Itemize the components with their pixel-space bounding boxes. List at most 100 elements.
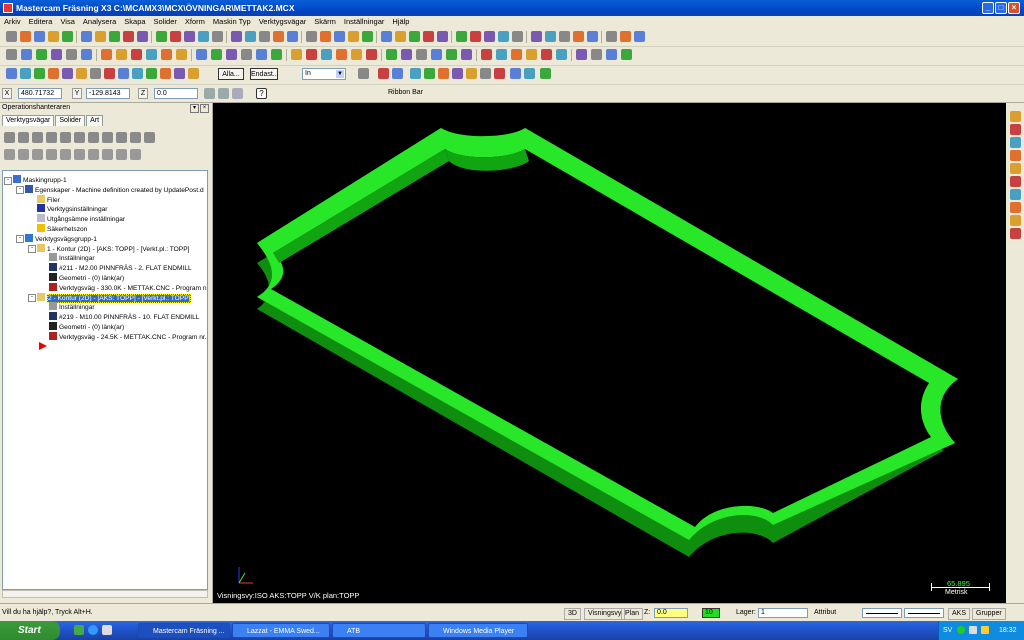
toolbar-icon[interactable] <box>423 31 434 42</box>
toolbar-icon[interactable] <box>591 49 602 60</box>
toolbar-icon[interactable] <box>287 31 298 42</box>
toolbar-icon[interactable] <box>156 31 167 42</box>
toolbar-icon[interactable] <box>116 49 127 60</box>
horizontal-scrollbar[interactable] <box>2 590 208 598</box>
operations-tool-icon[interactable] <box>60 132 71 143</box>
toolbar-icon[interactable] <box>212 31 223 42</box>
toolbar-icon[interactable] <box>621 49 632 60</box>
tree-node[interactable]: Utgångsämne inställningar <box>37 214 125 223</box>
toolbar-icon[interactable] <box>51 49 62 60</box>
view-tool-icon[interactable] <box>1010 176 1021 187</box>
toolbar-icon[interactable] <box>184 31 195 42</box>
operations-tool-icon[interactable] <box>116 149 127 160</box>
tree-node[interactable]: Verktygsväg - 330.0K - METTAK.CNC - Prog… <box>49 282 207 292</box>
toolbar-icon[interactable] <box>556 49 567 60</box>
toolbar-icon[interactable] <box>634 31 645 42</box>
menu-installningar[interactable]: Inställningar <box>340 16 388 27</box>
graphic-view-button[interactable]: Visningsvy <box>584 608 626 620</box>
z-depth-field[interactable]: 0.0 <box>654 608 688 618</box>
security-icon[interactable] <box>981 626 989 634</box>
menu-skapa[interactable]: Skapa <box>120 16 149 27</box>
select-only-button[interactable]: Endast... <box>250 68 279 80</box>
lock-icon[interactable] <box>204 88 215 99</box>
tree-node[interactable]: #211 - M2.00 PINNFRÄS - 2. FLAT ENDMILL <box>49 263 192 272</box>
task-browser[interactable]: Lazzat - EMMA Swed... <box>232 623 330 638</box>
expand-collapse-icon[interactable]: - <box>16 186 24 195</box>
toolbar-icon[interactable] <box>226 49 237 60</box>
y-coord-label[interactable]: Y <box>72 88 82 99</box>
close-panel-icon[interactable]: × <box>200 104 209 113</box>
toolbar-icon[interactable] <box>606 49 617 60</box>
toolbar-icon[interactable] <box>545 31 556 42</box>
toolbar-icon[interactable] <box>321 49 332 60</box>
toolbar-icon[interactable] <box>188 68 199 79</box>
toolbar-icon[interactable] <box>6 49 17 60</box>
snap-icon[interactable] <box>218 88 229 99</box>
chevron-down-icon[interactable]: ▼ <box>336 70 344 78</box>
toolbar-icon[interactable] <box>395 31 406 42</box>
view-tool-icon[interactable] <box>1010 202 1021 213</box>
toolbar-icon[interactable] <box>123 31 134 42</box>
toolbar-icon[interactable] <box>386 49 397 60</box>
operations-tool-icon[interactable] <box>102 132 113 143</box>
toolbar-icon[interactable] <box>461 49 472 60</box>
tree-node[interactable]: Egenskaper - Machine definition created … <box>25 184 204 194</box>
ie-icon[interactable] <box>88 625 98 635</box>
toolbar-icon[interactable] <box>510 68 521 79</box>
operations-tree[interactable]: Maskingrupp-1 - Egenskaper - Machine defin… <box>2 170 208 590</box>
menu-editera[interactable]: Editera <box>25 16 57 27</box>
toolbar-icon[interactable] <box>362 31 373 42</box>
task-atb-folder[interactable]: ATB <box>332 623 426 638</box>
menu-visa[interactable]: Visa <box>56 16 78 27</box>
operations-tool-icon[interactable] <box>32 149 43 160</box>
pin-icon[interactable]: ▾ <box>190 104 199 113</box>
attributes-label[interactable]: Attribut <box>814 608 836 618</box>
toolbar-icon[interactable] <box>132 68 143 79</box>
view-tool-icon[interactable] <box>1010 137 1021 148</box>
toolbar-icon[interactable] <box>456 31 467 42</box>
media-icon[interactable] <box>102 625 112 635</box>
view-tool-icon[interactable] <box>1010 163 1021 174</box>
mode-3d-button[interactable]: 3D <box>564 608 581 620</box>
tab-art[interactable]: Art <box>86 115 104 126</box>
graphics-viewport[interactable]: Visningsvy:ISO AKS:TOPP V/K plan:TOPP 65… <box>213 103 1006 603</box>
expand-collapse-icon[interactable]: - <box>4 176 12 185</box>
toolbar-icon[interactable] <box>531 31 542 42</box>
toolbar-icon[interactable] <box>410 68 421 79</box>
z-coord-field[interactable]: 0.0 <box>154 88 198 99</box>
toolbar-icon[interactable] <box>176 49 187 60</box>
line-width-select[interactable] <box>904 608 944 618</box>
x-coord-label[interactable]: X <box>2 88 12 99</box>
language-indicator[interactable]: SV <box>943 621 952 640</box>
toolbar-icon[interactable] <box>146 68 157 79</box>
toolbar-icon[interactable] <box>62 68 73 79</box>
tree-node[interactable]: Verktygsväg - 24.5K - METTAK.CNC - Progr… <box>49 331 207 341</box>
toolbar-icon[interactable] <box>470 31 481 42</box>
close-button[interactable]: × <box>1008 2 1020 14</box>
toolbar-icon[interactable] <box>494 68 505 79</box>
toolbar-icon[interactable] <box>452 68 463 79</box>
task-media-player[interactable]: Windows Media Player <box>428 623 528 638</box>
insert-pointer-icon[interactable] <box>39 341 47 350</box>
toolbar-icon[interactable] <box>511 49 522 60</box>
mastercam-app-icon[interactable] <box>3 3 13 13</box>
operations-tool-icon[interactable] <box>18 149 29 160</box>
operations-tool-icon[interactable] <box>88 132 99 143</box>
operations-tool-icon[interactable] <box>32 132 43 143</box>
toolbar-icon[interactable] <box>524 68 535 79</box>
toolbar-icon[interactable] <box>392 68 403 79</box>
toolbar-icon[interactable] <box>174 68 185 79</box>
z-coord-label[interactable]: Z <box>138 88 148 99</box>
toolbar-icon[interactable] <box>431 49 442 60</box>
tree-node[interactable]: Geometri - (0) länk(ar) <box>49 322 124 331</box>
tree-node[interactable]: Maskingrupp-1 <box>13 175 67 184</box>
menu-hjalp[interactable]: Hjälp <box>388 16 413 27</box>
toolbar-icon[interactable] <box>170 31 181 42</box>
expand-collapse-icon[interactable]: - <box>28 245 36 254</box>
tab-solider[interactable]: Solider <box>55 115 86 126</box>
operations-tool-icon[interactable] <box>130 149 141 160</box>
toolbar-icon[interactable] <box>118 68 129 79</box>
toolbar-icon[interactable] <box>409 31 420 42</box>
toolbar-icon[interactable] <box>437 31 448 42</box>
toolbar-icon[interactable] <box>480 68 491 79</box>
